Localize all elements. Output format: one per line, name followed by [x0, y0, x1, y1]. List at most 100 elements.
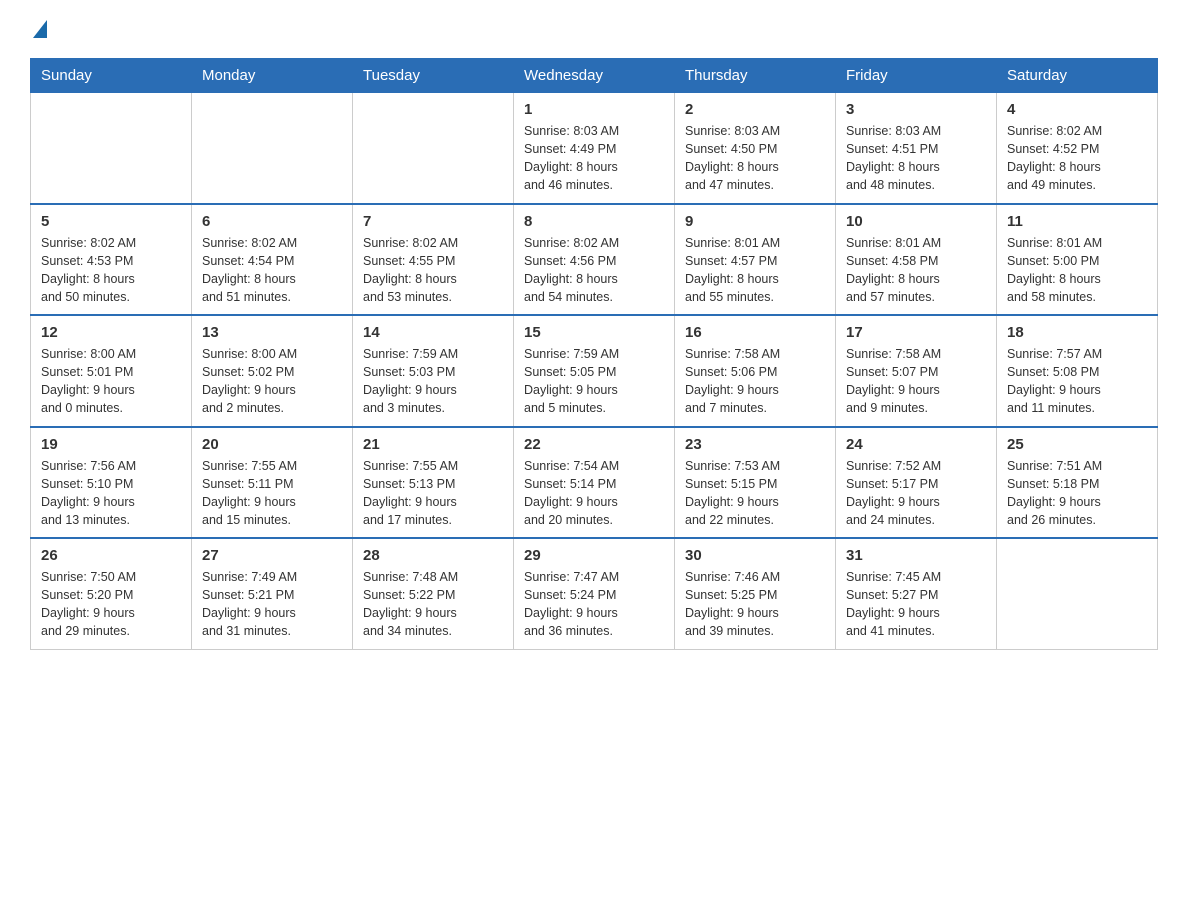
day-info: Sunrise: 7:57 AMSunset: 5:08 PMDaylight:… [1007, 345, 1147, 418]
logo-top-line [30, 20, 47, 38]
day-info: Sunrise: 7:56 AMSunset: 5:10 PMDaylight:… [41, 457, 181, 530]
day-info: Sunrise: 7:45 AMSunset: 5:27 PMDaylight:… [846, 568, 986, 641]
calendar-cell: 25Sunrise: 7:51 AMSunset: 5:18 PMDayligh… [997, 427, 1158, 539]
day-info: Sunrise: 8:03 AMSunset: 4:51 PMDaylight:… [846, 122, 986, 195]
calendar-cell: 22 Sunrise: 7:54 AMSunset: 5:14 PMDayligh… [514, 427, 675, 539]
calendar-cell: 19 Sunrise: 7:56 AMSunset: 5:10 PMDayligh… [31, 427, 192, 539]
calendar-cell: 3 Sunrise: 8:03 AMSunset: 4:51 PMDaylight… [836, 93, 997, 204]
day-number: 16 [685, 324, 825, 341]
day-header-friday: Friday [836, 59, 997, 93]
day-info: Sunrise: 8:03 AMSunset: 4:50 PMDaylight:… [685, 122, 825, 195]
calendar-cell: 6 Sunrise: 8:02 AMSunset: 4:54 PMDaylight… [192, 204, 353, 316]
day-number: 11 [1007, 213, 1147, 230]
day-info: Sunrise: 8:01 AMSunset: 4:57 PMDaylight:… [685, 234, 825, 307]
day-number: 26 [41, 547, 181, 564]
day-info: Sunrise: 7:55 AMSunset: 5:13 PMDaylight:… [363, 457, 503, 530]
day-info: Sunrise: 7:46 AMSunset: 5:25 PMDaylight:… [685, 568, 825, 641]
day-info: Sunrise: 7:58 AMSunset: 5:07 PMDaylight:… [846, 345, 986, 418]
day-number: 6 [202, 213, 342, 230]
calendar-week-4: 19 Sunrise: 7:56 AMSunset: 5:10 PMDayligh… [31, 427, 1158, 539]
day-info: Sunrise: 7:51 AMSunset: 5:18 PMDaylight:… [1007, 457, 1147, 530]
calendar-header: SundayMondayTuesdayWednesdayThursdayFrid… [31, 59, 1158, 93]
day-number: 22 [524, 436, 664, 453]
calendar-cell: 12Sunrise: 8:00 AMSunset: 5:01 PMDayligh… [31, 315, 192, 427]
day-number: 9 [685, 213, 825, 230]
day-number: 29 [524, 547, 664, 564]
day-info: Sunrise: 8:02 AMSunset: 4:52 PMDaylight:… [1007, 122, 1147, 195]
day-number: 28 [363, 547, 503, 564]
calendar-cell: 28 Sunrise: 7:48 AMSunset: 5:22 PMDayligh… [353, 538, 514, 649]
calendar-cell: 4 Sunrise: 8:02 AMSunset: 4:52 PMDaylight… [997, 93, 1158, 204]
day-info: Sunrise: 7:47 AMSunset: 5:24 PMDaylight:… [524, 568, 664, 641]
logo [30, 20, 47, 38]
calendar-cell: 8Sunrise: 8:02 AMSunset: 4:56 PMDaylight… [514, 204, 675, 316]
day-number: 4 [1007, 101, 1147, 118]
day-info: Sunrise: 7:52 AMSunset: 5:17 PMDaylight:… [846, 457, 986, 530]
day-info: Sunrise: 7:48 AMSunset: 5:22 PMDaylight:… [363, 568, 503, 641]
day-header-saturday: Saturday [997, 59, 1158, 93]
calendar-cell: 20 Sunrise: 7:55 AMSunset: 5:11 PMDayligh… [192, 427, 353, 539]
logo-triangle-icon [33, 20, 47, 38]
calendar-cell: 27 Sunrise: 7:49 AMSunset: 5:21 PMDayligh… [192, 538, 353, 649]
calendar-cell: 26 Sunrise: 7:50 AMSunset: 5:20 PMDayligh… [31, 538, 192, 649]
calendar-cell: 5Sunrise: 8:02 AMSunset: 4:53 PMDaylight… [31, 204, 192, 316]
day-info: Sunrise: 8:02 AMSunset: 4:55 PMDaylight:… [363, 234, 503, 307]
day-number: 21 [363, 436, 503, 453]
day-number: 1 [524, 101, 664, 118]
day-header-wednesday: Wednesday [514, 59, 675, 93]
day-number: 15 [524, 324, 664, 341]
calendar-cell [192, 93, 353, 204]
calendar-cell: 31Sunrise: 7:45 AMSunset: 5:27 PMDayligh… [836, 538, 997, 649]
calendar-cell: 1 Sunrise: 8:03 AMSunset: 4:49 PMDaylight… [514, 93, 675, 204]
day-number: 3 [846, 101, 986, 118]
calendar-cell: 18 Sunrise: 7:57 AMSunset: 5:08 PMDayligh… [997, 315, 1158, 427]
calendar-cell: 30Sunrise: 7:46 AMSunset: 5:25 PMDayligh… [675, 538, 836, 649]
day-info: Sunrise: 7:53 AMSunset: 5:15 PMDaylight:… [685, 457, 825, 530]
calendar-cell: 7 Sunrise: 8:02 AMSunset: 4:55 PMDaylight… [353, 204, 514, 316]
day-info: Sunrise: 7:58 AMSunset: 5:06 PMDaylight:… [685, 345, 825, 418]
day-number: 10 [846, 213, 986, 230]
calendar-cell: 9 Sunrise: 8:01 AMSunset: 4:57 PMDaylight… [675, 204, 836, 316]
day-number: 2 [685, 101, 825, 118]
day-info: Sunrise: 8:03 AMSunset: 4:49 PMDaylight:… [524, 122, 664, 195]
day-info: Sunrise: 8:02 AMSunset: 4:56 PMDaylight:… [524, 234, 664, 307]
day-info: Sunrise: 7:55 AMSunset: 5:11 PMDaylight:… [202, 457, 342, 530]
header-row: SundayMondayTuesdayWednesdayThursdayFrid… [31, 59, 1158, 93]
day-number: 24 [846, 436, 986, 453]
day-header-sunday: Sunday [31, 59, 192, 93]
day-info: Sunrise: 8:02 AMSunset: 4:53 PMDaylight:… [41, 234, 181, 307]
day-info: Sunrise: 8:01 AMSunset: 4:58 PMDaylight:… [846, 234, 986, 307]
day-header-thursday: Thursday [675, 59, 836, 93]
day-info: Sunrise: 8:01 AMSunset: 5:00 PMDaylight:… [1007, 234, 1147, 307]
day-number: 19 [41, 436, 181, 453]
day-number: 13 [202, 324, 342, 341]
calendar-week-1: 1 Sunrise: 8:03 AMSunset: 4:49 PMDaylight… [31, 93, 1158, 204]
day-number: 27 [202, 547, 342, 564]
day-number: 7 [363, 213, 503, 230]
calendar-week-2: 5Sunrise: 8:02 AMSunset: 4:53 PMDaylight… [31, 204, 1158, 316]
calendar-cell: 21 Sunrise: 7:55 AMSunset: 5:13 PMDayligh… [353, 427, 514, 539]
day-info: Sunrise: 7:59 AMSunset: 5:05 PMDaylight:… [524, 345, 664, 418]
day-info: Sunrise: 7:59 AMSunset: 5:03 PMDaylight:… [363, 345, 503, 418]
calendar-cell [997, 538, 1158, 649]
calendar-week-3: 12Sunrise: 8:00 AMSunset: 5:01 PMDayligh… [31, 315, 1158, 427]
day-header-tuesday: Tuesday [353, 59, 514, 93]
calendar-cell: 11 Sunrise: 8:01 AMSunset: 5:00 PMDayligh… [997, 204, 1158, 316]
day-number: 18 [1007, 324, 1147, 341]
logo-right [30, 20, 47, 38]
calendar-week-5: 26 Sunrise: 7:50 AMSunset: 5:20 PMDayligh… [31, 538, 1158, 649]
day-info: Sunrise: 8:02 AMSunset: 4:54 PMDaylight:… [202, 234, 342, 307]
day-info: Sunrise: 7:50 AMSunset: 5:20 PMDaylight:… [41, 568, 181, 641]
day-info: Sunrise: 7:49 AMSunset: 5:21 PMDaylight:… [202, 568, 342, 641]
calendar-cell: 29 Sunrise: 7:47 AMSunset: 5:24 PMDayligh… [514, 538, 675, 649]
calendar-cell: 10 Sunrise: 8:01 AMSunset: 4:58 PMDayligh… [836, 204, 997, 316]
calendar-cell [353, 93, 514, 204]
calendar-cell: 23Sunrise: 7:53 AMSunset: 5:15 PMDayligh… [675, 427, 836, 539]
day-header-monday: Monday [192, 59, 353, 93]
day-info: Sunrise: 7:54 AMSunset: 5:14 PMDaylight:… [524, 457, 664, 530]
calendar-cell [31, 93, 192, 204]
calendar-cell: 14 Sunrise: 7:59 AMSunset: 5:03 PMDayligh… [353, 315, 514, 427]
day-number: 20 [202, 436, 342, 453]
calendar-cell: 15 Sunrise: 7:59 AMSunset: 5:05 PMDayligh… [514, 315, 675, 427]
day-number: 14 [363, 324, 503, 341]
